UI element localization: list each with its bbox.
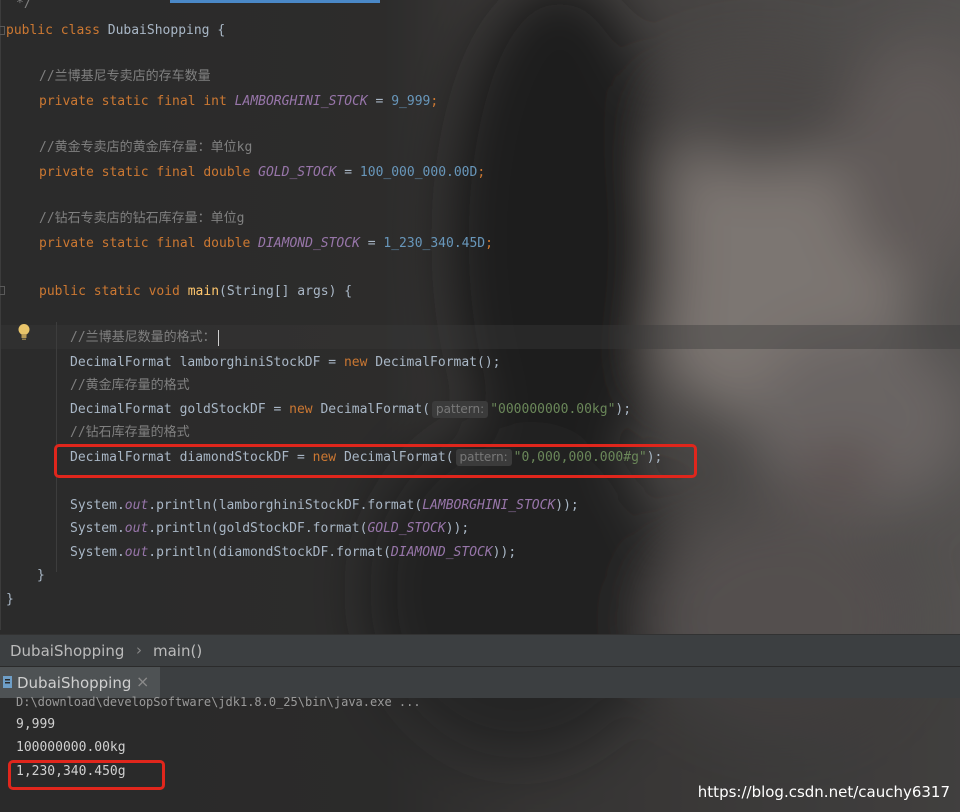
println-gold: System.out.println(goldStockDF.format(GO… <box>70 521 470 536</box>
class-declaration-line: public class DubaiShopping { <box>6 23 226 38</box>
comment-end: */ <box>16 0 32 11</box>
code-editor[interactable]: */ public class DubaiShopping { //兰博基尼专卖… <box>0 0 960 630</box>
lamborghini-format-line: DecimalFormat lamborghiniStockDF = new D… <box>70 355 501 370</box>
close-icon[interactable]: × <box>136 672 149 691</box>
highlight-box-diamond-output <box>8 760 165 790</box>
watermark: https://blog.csdn.net/cauchy6317 <box>697 783 950 801</box>
run-tab-label: DubaiShopping <box>17 674 132 692</box>
breadcrumb: DubaiShopping › main() <box>0 634 960 666</box>
println-diamond: System.out.println(diamondStockDF.format… <box>70 545 517 560</box>
comment-gold-format: //黄金库存量的格式 <box>70 378 190 393</box>
field-lamborghini-stock: private static final int LAMBORGHINI_STO… <box>39 94 439 109</box>
lightbulb-icon[interactable] <box>17 323 31 341</box>
comment-lamborghini: //兰博基尼专卖店的存车数量 <box>39 69 211 84</box>
breadcrumb-class[interactable]: DubaiShopping <box>10 642 124 660</box>
highlight-box-diamond-format <box>54 444 697 478</box>
run-config-icon <box>3 674 13 690</box>
breadcrumb-method[interactable]: main() <box>153 642 202 660</box>
comment-diamond: //钻石专卖店的钻石库存量：单位g <box>39 211 245 226</box>
main-method-declaration: public static void main(String[] args) { <box>39 284 353 299</box>
console-line: 9,999 <box>16 717 56 732</box>
field-gold-stock: private static final double GOLD_STOCK =… <box>39 165 486 180</box>
console-output[interactable]: D:\download\developSoftware\jdk1.8.0_25\… <box>0 695 960 812</box>
field-diamond-stock: private static final double DIAMOND_STOC… <box>39 236 493 251</box>
println-lamborghini: System.out.println(lamborghiniStockDF.fo… <box>70 498 579 513</box>
run-tab[interactable]: DubaiShopping × <box>0 667 160 698</box>
console-line: 100000000.00kg <box>16 740 126 755</box>
parameter-hint: pattern: <box>432 401 489 418</box>
comment-diamond-format: //钻石库存量的格式 <box>70 425 190 440</box>
gold-format-line: DecimalFormat goldStockDF = new DecimalF… <box>70 401 632 418</box>
method-close-brace: } <box>37 568 45 583</box>
text-cursor <box>217 329 219 346</box>
comment-lamborghini-format: //兰博基尼数量的格式： <box>70 328 219 348</box>
run-tab-bar: DubaiShopping × <box>0 666 960 698</box>
class-close-brace: } <box>6 592 14 607</box>
comment-gold: //黄金专卖店的黄金库存量：单位kg <box>39 140 253 155</box>
console-command: D:\download\developSoftware\jdk1.8.0_25\… <box>16 695 421 709</box>
breadcrumb-separator: › <box>136 641 142 659</box>
